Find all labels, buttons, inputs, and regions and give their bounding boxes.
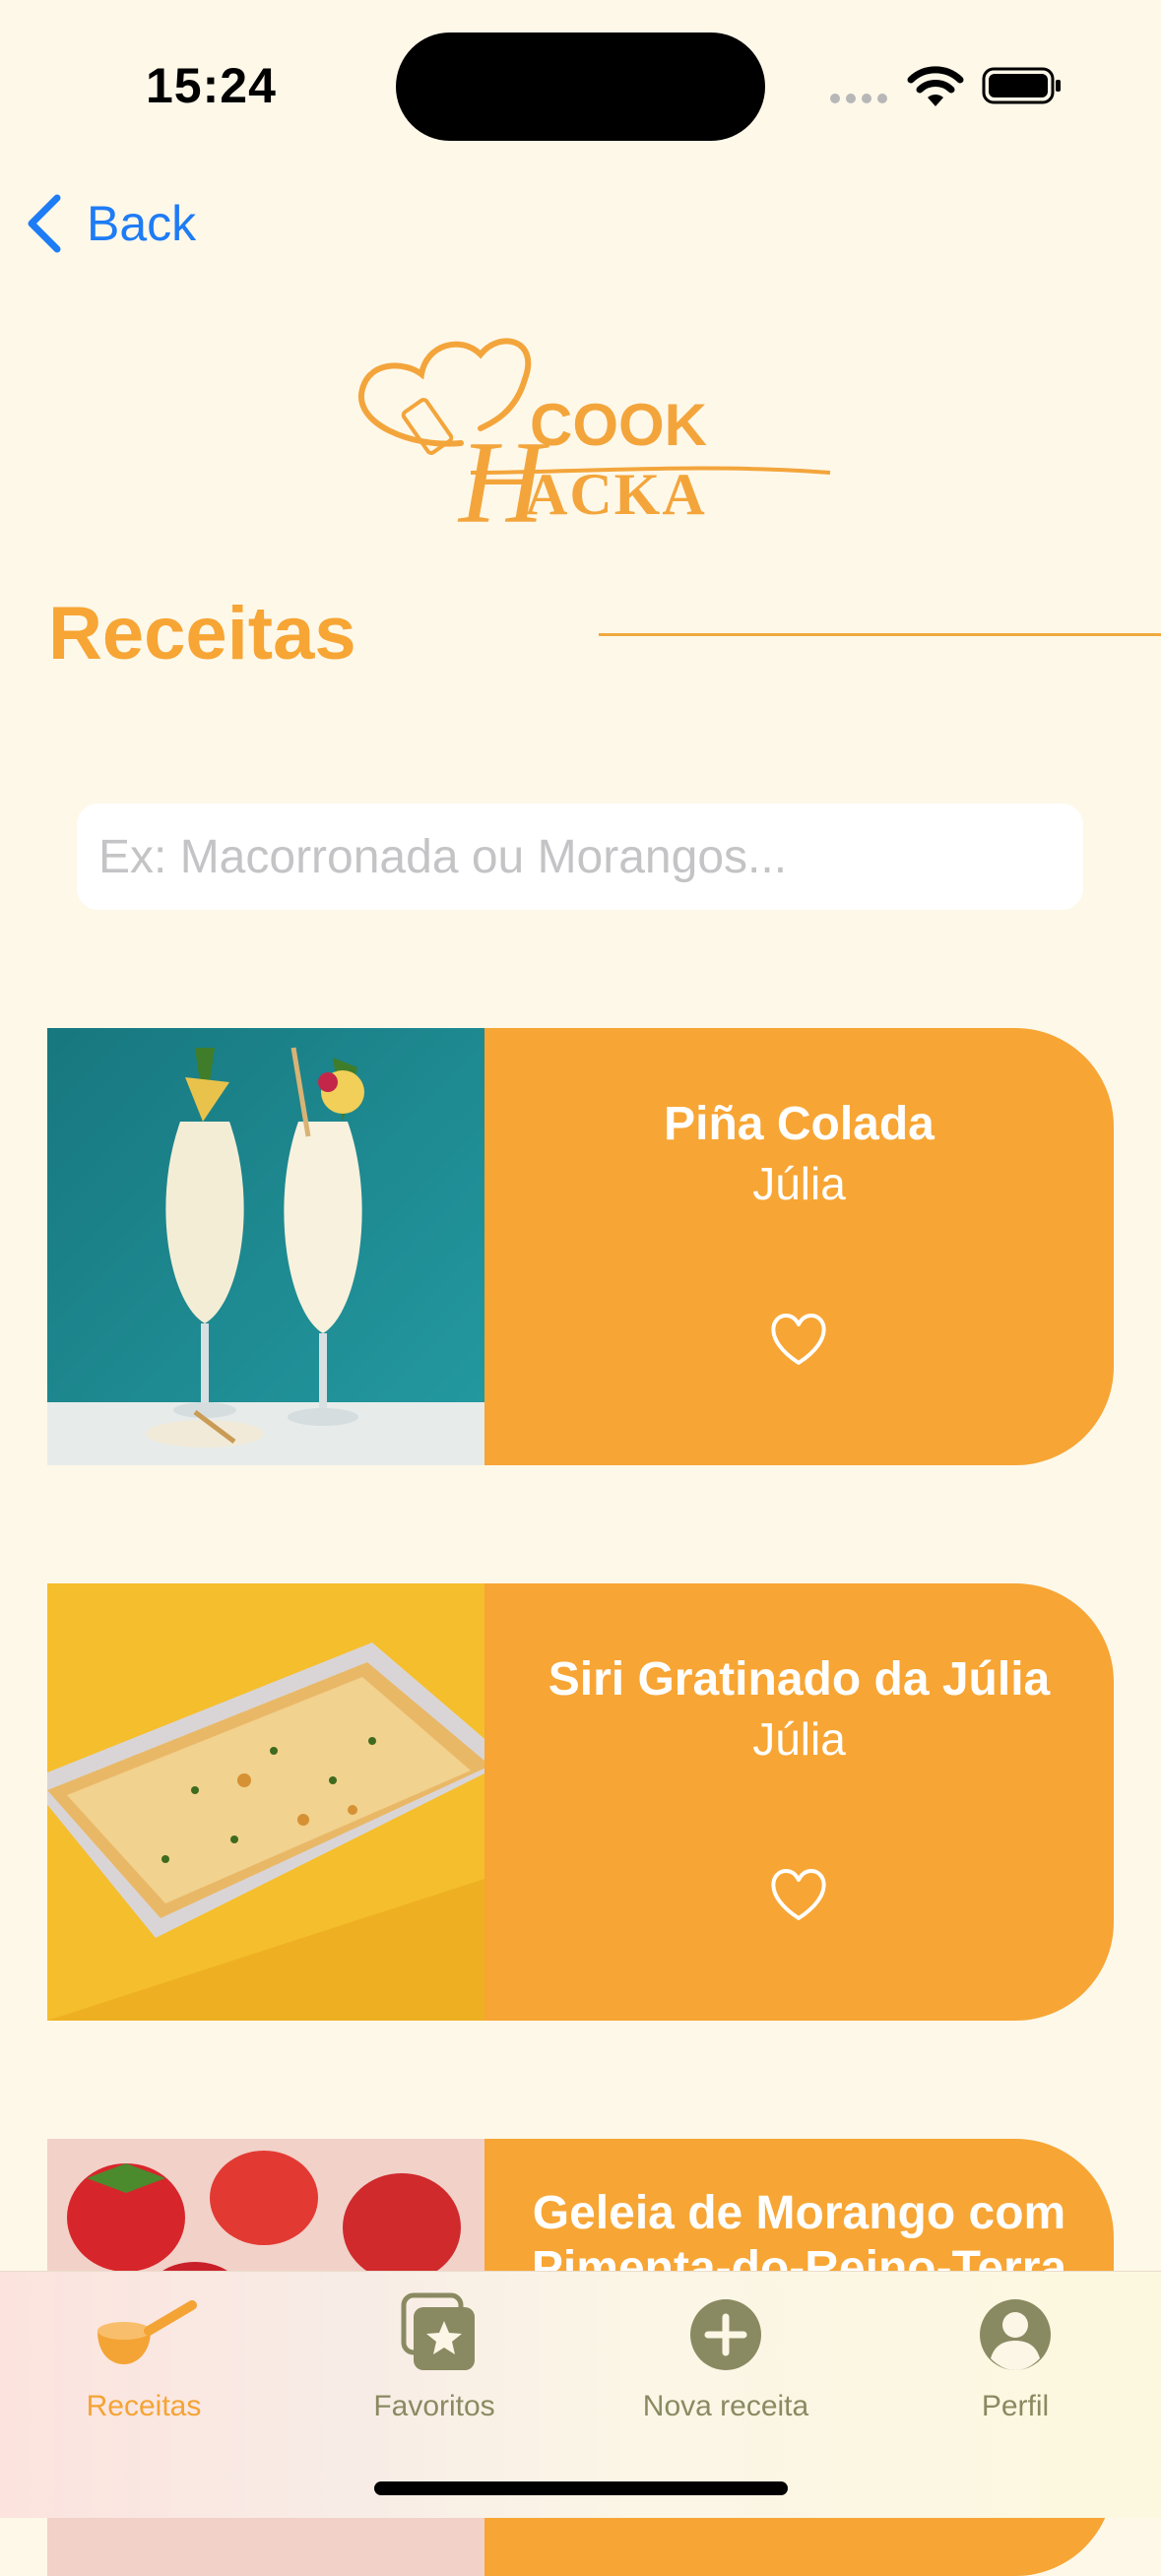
recipe-card[interactable]: Piña Colada Júlia <box>47 1028 1114 1465</box>
title-divider <box>599 633 1161 636</box>
tab-label: Favoritos <box>373 2390 495 2422</box>
search-input[interactable] <box>77 804 1083 910</box>
tab-favoritos[interactable]: Favoritos <box>316 2291 552 2423</box>
recipe-name: Piña Colada <box>664 1098 935 1150</box>
home-indicator <box>374 2481 788 2495</box>
back-button[interactable]: Back <box>26 192 196 255</box>
pina-colada-photo <box>47 1028 484 1465</box>
wifi-icon <box>907 66 964 106</box>
tab-label: Receitas <box>86 2390 202 2422</box>
chevron-left-icon <box>28 194 61 253</box>
hacka-cook-logo: H COOK ACKA <box>357 338 831 537</box>
status-bar: 15:24 <box>0 0 1161 167</box>
recipe-card-details: Piña Colada Júlia <box>484 1028 1114 1465</box>
frying-pan-icon <box>97 2300 197 2364</box>
favorites-stack-icon <box>401 2292 475 2370</box>
back-label: Back <box>87 196 197 251</box>
page-title: Receitas <box>48 592 356 676</box>
person-circle-icon <box>980 2299 1051 2370</box>
battery-icon <box>982 67 1061 104</box>
dynamic-island <box>396 32 765 141</box>
recipe-author: Júlia <box>752 1158 846 1209</box>
tab-receitas[interactable]: Receitas <box>26 2291 262 2423</box>
cellular-signal-icon <box>830 91 893 108</box>
tab-nova-receita[interactable]: Nova receita <box>608 2291 844 2423</box>
recipe-author: Júlia <box>752 1713 846 1765</box>
recipe-name: Siri Gratinado da Júlia <box>548 1653 1051 1706</box>
tab-label: Nova receita <box>642 2390 809 2422</box>
plus-circle-icon <box>690 2299 761 2370</box>
heart-icon[interactable] <box>768 1314 829 1367</box>
heart-icon[interactable] <box>768 1869 829 1922</box>
siri-gratinado-photo <box>47 1583 484 2021</box>
recipe-card[interactable]: Siri Gratinado da Júlia Júlia <box>47 1583 1114 2021</box>
tab-perfil[interactable]: Perfil <box>897 2291 1133 2423</box>
tab-label: Perfil <box>981 2390 1050 2422</box>
recipe-card-details: Siri Gratinado da Júlia Júlia <box>484 1583 1114 2021</box>
status-time: 15:24 <box>146 58 277 113</box>
logo-line-cook: COOK <box>530 392 707 458</box>
